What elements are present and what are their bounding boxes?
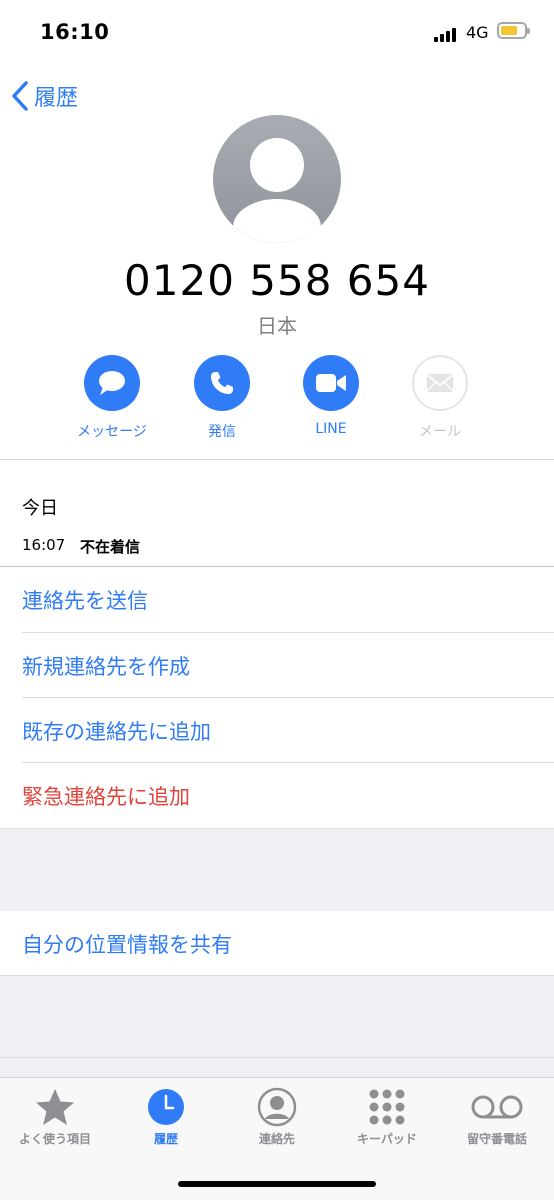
network-type: 4G (466, 23, 489, 42)
tab-label: キーパッド (357, 1132, 417, 1146)
divider (0, 1057, 554, 1058)
line-video-button[interactable]: LINE (286, 355, 376, 437)
battery-icon (497, 22, 530, 39)
phone-icon (211, 372, 233, 394)
divider (0, 459, 554, 460)
section-spacer (0, 828, 554, 912)
clock-icon (148, 1089, 184, 1125)
back-label: 履歴 (34, 86, 79, 111)
tab-label: 履歴 (153, 1132, 178, 1146)
tab-keypad[interactable]: キーパッド (332, 1078, 442, 1147)
keypad-icon (369, 1089, 405, 1125)
call-label: 発信 (208, 424, 236, 440)
message-label: メッセージ (77, 424, 147, 440)
mail-label: メール (419, 424, 461, 440)
tab-label: 連絡先 (258, 1132, 295, 1146)
mail-icon (426, 374, 454, 392)
send-contact-button[interactable]: 連絡先を送信 (0, 567, 554, 632)
message-button[interactable]: メッセージ (67, 355, 157, 441)
call-button[interactable]: 発信 (177, 355, 267, 441)
cellular-signal-icon (434, 26, 460, 42)
add-emergency-contact-button[interactable]: 緊急連絡先に追加 (0, 763, 554, 828)
person-circle-icon (257, 1087, 297, 1127)
mail-button: メール (395, 355, 485, 441)
log-day: 今日 (22, 498, 58, 519)
back-button[interactable]: 履歴 (10, 80, 78, 112)
log-type: 不在着信 (80, 538, 141, 556)
tab-label: よく使う項目 (18, 1132, 91, 1146)
voicemail-icon (471, 1095, 523, 1119)
create-new-contact-button[interactable]: 新規連絡先を作成 (0, 633, 554, 698)
message-bubble-icon (99, 371, 125, 395)
chevron-left-icon (12, 81, 28, 111)
video-camera-icon (316, 374, 346, 392)
star-icon (36, 1089, 74, 1125)
add-to-existing-contact-button[interactable]: 既存の連絡先に追加 (0, 698, 554, 763)
tab-voicemail[interactable]: 留守番電話 (442, 1078, 552, 1147)
tab-contacts[interactable]: 連絡先 (222, 1078, 332, 1147)
line-label: LINE (315, 421, 347, 437)
tab-label: 留守番電話 (466, 1132, 527, 1146)
share-location-button[interactable]: 自分の位置情報を共有 (0, 911, 554, 976)
country-label: 日本 (257, 314, 297, 338)
tab-favorites[interactable]: よく使う項目 (0, 1078, 110, 1147)
phone-number: 0120 558 654 (124, 256, 430, 305)
log-time: 16:07 (22, 536, 66, 554)
status-time: 16:10 (40, 20, 110, 44)
avatar (213, 115, 341, 243)
person-silhouette-icon (233, 138, 321, 243)
tab-recents[interactable]: 履歴 (111, 1078, 221, 1147)
home-indicator[interactable] (178, 1181, 376, 1187)
section-spacer (0, 975, 554, 1078)
